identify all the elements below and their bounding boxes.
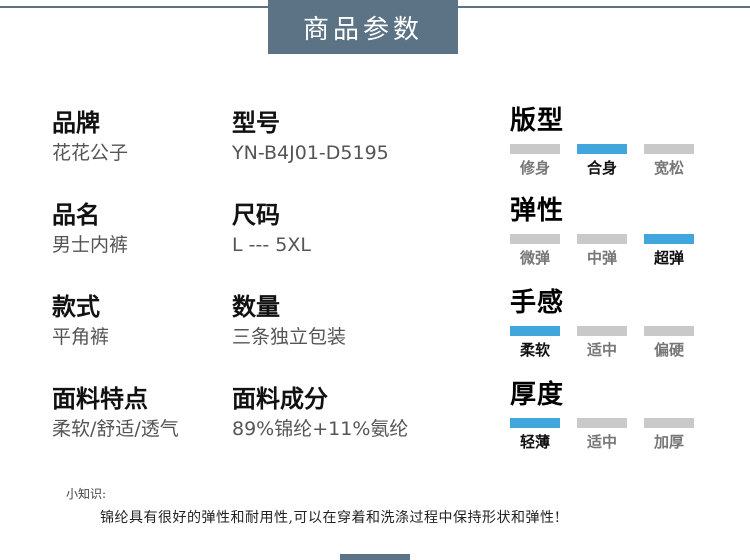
option-bar [644, 418, 694, 428]
option-label: 轻薄 [519, 433, 550, 451]
param-model: 型号 YN-B4J01-D5195 [232, 108, 389, 166]
param-label: 品牌 [52, 109, 100, 137]
param-product-name: 品名 男士内裤 [52, 200, 128, 258]
header-rule-right [458, 6, 750, 8]
option-bar [577, 144, 627, 154]
header-rule-left [0, 6, 268, 8]
option-label: 柔软 [519, 341, 550, 359]
option-bar [644, 234, 694, 244]
rating-option: 宽松 [644, 144, 694, 178]
param-label: 型号 [232, 109, 280, 137]
option-label: 加厚 [653, 433, 684, 451]
param-value: 男士内裤 [52, 234, 129, 256]
param-value: 89%锦纶+11%氨纶 [232, 418, 409, 440]
section-title: 商品参数 [268, 0, 458, 54]
param-value: 三条独立包装 [232, 326, 347, 348]
footer-accent-bar [340, 554, 410, 560]
param-size: 尺码 L --- 5XL [232, 200, 311, 258]
option-label: 宽松 [653, 159, 684, 177]
param-value: YN-B4J01-D5195 [232, 142, 389, 164]
rating-option: 加厚 [644, 418, 694, 452]
option-bar [510, 326, 560, 336]
param-label: 面料特点 [52, 385, 148, 413]
option-label: 合身 [586, 159, 617, 177]
rating-fit: 版型 修身 合身 宽松 [510, 106, 710, 178]
param-value: 花花公子 [52, 142, 129, 164]
param-value: 平角裤 [52, 326, 110, 348]
option-label: 适中 [586, 433, 617, 451]
option-label: 适中 [586, 341, 617, 359]
option-bar [577, 234, 627, 244]
rating-elasticity: 弹性 微弹 中弹 超弹 [510, 196, 710, 268]
rating-title: 弹性 [510, 196, 565, 226]
param-label: 款式 [52, 293, 100, 321]
param-label: 面料成分 [232, 385, 328, 413]
option-bar [577, 326, 627, 336]
option-bar [644, 326, 694, 336]
param-value: 柔软/舒适/透气 [52, 418, 179, 440]
rating-option: 微弹 [510, 234, 560, 268]
option-label: 中弹 [586, 249, 617, 267]
param-label: 品名 [52, 201, 100, 229]
param-fabric-features: 面料特点 柔软/舒适/透气 [52, 384, 179, 442]
option-label: 超弹 [653, 249, 684, 267]
option-bar [644, 144, 694, 154]
option-label: 修身 [519, 159, 550, 177]
option-bar [510, 234, 560, 244]
option-label: 微弹 [519, 249, 550, 267]
param-style: 款式 平角裤 [52, 292, 109, 350]
rating-option-selected: 柔软 [510, 326, 560, 360]
option-label: 偏硬 [653, 341, 684, 359]
rating-option: 中弹 [577, 234, 627, 268]
rating-title: 手感 [510, 288, 565, 318]
option-bar [577, 418, 627, 428]
tip-title: 小知识: [66, 487, 107, 501]
rating-title: 版型 [510, 106, 565, 136]
rating-thickness: 厚度 轻薄 适中 加厚 [510, 380, 710, 452]
rating-option: 偏硬 [644, 326, 694, 360]
rating-option-selected: 轻薄 [510, 418, 560, 452]
param-label: 尺码 [232, 201, 280, 229]
param-label: 数量 [232, 293, 280, 321]
param-fabric-composition: 面料成分 89%锦纶+11%氨纶 [232, 384, 408, 442]
rating-option: 适中 [577, 418, 627, 452]
option-bar [510, 144, 560, 154]
rating-hand-feel: 手感 柔软 适中 偏硬 [510, 288, 710, 360]
rating-title: 厚度 [510, 380, 565, 410]
option-bar [510, 418, 560, 428]
param-value: L --- 5XL [232, 234, 311, 256]
param-quantity: 数量 三条独立包装 [232, 292, 346, 350]
rating-option-selected: 合身 [577, 144, 627, 178]
rating-option: 适中 [577, 326, 627, 360]
tip-body: 锦纶具有很好的弹性和耐用性,可以在穿着和洗涤过程中保持形状和弹性! [100, 510, 561, 526]
rating-option: 修身 [510, 144, 560, 178]
param-brand: 品牌 花花公子 [52, 108, 128, 166]
rating-option-selected: 超弹 [644, 234, 694, 268]
